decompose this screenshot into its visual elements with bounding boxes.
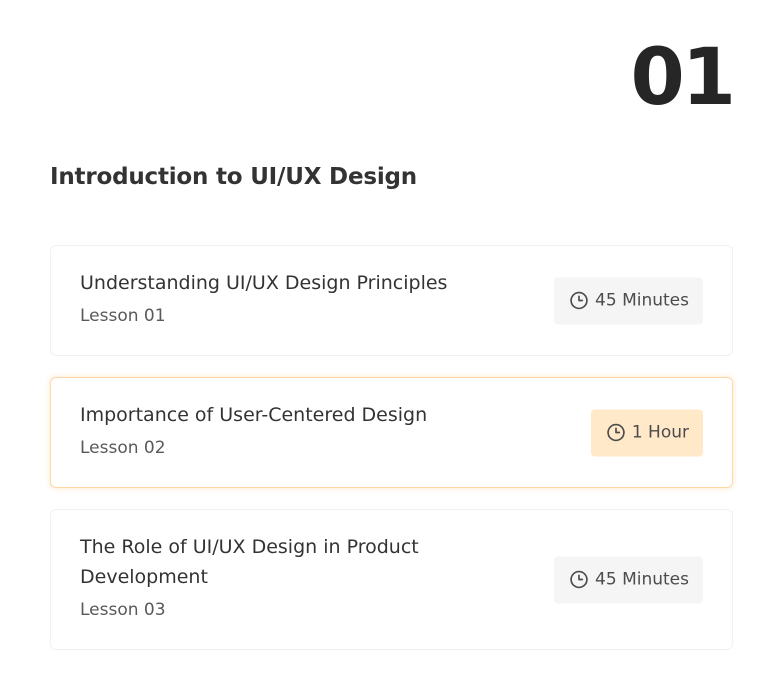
clock-icon bbox=[570, 570, 588, 589]
lesson-title: The Role of UI/UX Design in Product Deve… bbox=[80, 536, 419, 588]
lesson-card-02[interactable]: Importance of User-Centered Design Lesso… bbox=[50, 377, 733, 488]
duration-label: 45 Minutes bbox=[595, 290, 689, 311]
duration-label: 1 Hour bbox=[631, 422, 689, 443]
lesson-text: The Role of UI/UX Design in Product Deve… bbox=[80, 532, 510, 623]
duration-badge: 45 Minutes bbox=[554, 277, 703, 324]
duration-badge: 45 Minutes bbox=[554, 556, 703, 603]
lesson-list: Understanding UI/UX Design Principles Le… bbox=[50, 245, 733, 671]
lesson-text: Understanding UI/UX Design Principles Le… bbox=[80, 268, 510, 329]
module-number: 01 bbox=[630, 33, 736, 123]
lesson-number: Lesson 02 bbox=[80, 438, 166, 458]
lesson-card-01[interactable]: Understanding UI/UX Design Principles Le… bbox=[50, 245, 733, 356]
duration-label: 45 Minutes bbox=[595, 569, 689, 590]
clock-icon bbox=[607, 423, 625, 442]
lesson-card-03[interactable]: The Role of UI/UX Design in Product Deve… bbox=[50, 509, 733, 650]
lesson-text: Importance of User-Centered Design Lesso… bbox=[80, 400, 510, 461]
clock-icon bbox=[570, 291, 588, 310]
lesson-title: Importance of User-Centered Design bbox=[80, 404, 428, 426]
lesson-number: Lesson 01 bbox=[80, 306, 166, 326]
duration-badge: 1 Hour bbox=[590, 409, 703, 456]
module-title: Introduction to UI/UX Design bbox=[50, 164, 417, 190]
lesson-title: Understanding UI/UX Design Principles bbox=[80, 272, 448, 294]
lesson-number: Lesson 03 bbox=[80, 600, 166, 620]
